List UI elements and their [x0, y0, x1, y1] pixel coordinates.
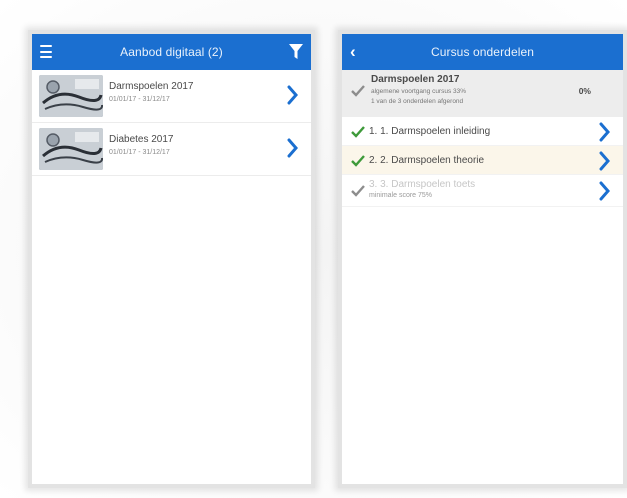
chevron-right-icon[interactable]	[599, 122, 611, 142]
course-parts-screen: ‹ Cursus onderdelen Darmspoelen 2017 alg…	[338, 30, 627, 488]
screen-title: Cursus onderdelen	[430, 45, 535, 59]
course-name: Darmspoelen 2017	[371, 74, 460, 85]
check-icon	[351, 155, 365, 167]
course-progress-text: algemene voortgang cursus 33%	[371, 88, 467, 95]
check-icon	[351, 185, 365, 197]
screen-title: Aanbod digitaal (2)	[120, 45, 223, 59]
course-name: Diabetes 2017	[109, 134, 174, 145]
hamburger-menu-icon[interactable]	[40, 45, 52, 58]
parts-list: 1. 1. Darmspoelen inleiding 2. 2. Darmsp…	[342, 117, 623, 207]
chevron-right-icon[interactable]	[287, 85, 299, 105]
chevron-right-icon[interactable]	[599, 151, 611, 171]
course-dates: 01/01/17 - 31/12/17	[109, 149, 170, 156]
part-label: 1. 1. Darmspoelen inleiding	[369, 126, 491, 137]
chevron-right-icon[interactable]	[287, 138, 299, 158]
part-item[interactable]: 3. 3. Darmspoelen toets minimale score 7…	[342, 175, 623, 207]
course-list: Darmspoelen 2017 01/01/17 - 31/12/17 Dia…	[32, 70, 311, 176]
back-chevron-icon[interactable]: ‹	[350, 43, 366, 61]
course-item[interactable]: Diabetes 2017 01/01/17 - 31/12/17	[32, 123, 311, 176]
parts-completed-text: 1 van de 3 onderdelen afgerond	[371, 98, 464, 105]
filter-funnel-icon[interactable]	[289, 44, 303, 60]
course-dates: 01/01/17 - 31/12/17	[109, 96, 170, 103]
part-label: 2. 2. Darmspoelen theorie	[369, 155, 485, 166]
chevron-right-icon[interactable]	[599, 181, 611, 201]
check-icon	[351, 126, 365, 138]
course-summary: Darmspoelen 2017 algemene voortgang curs…	[342, 70, 623, 117]
part-requirement: minimale score 75%	[369, 192, 433, 199]
stethoscope-image	[39, 75, 103, 117]
percent-badge: 0%	[578, 86, 591, 96]
stethoscope-image	[39, 128, 103, 170]
check-icon	[351, 85, 365, 97]
part-label: 3. 3. Darmspoelen toets	[369, 179, 476, 190]
part-item[interactable]: 1. 1. Darmspoelen inleiding	[342, 117, 623, 146]
part-item[interactable]: 2. 2. Darmspoelen theorie	[342, 146, 623, 175]
course-offer-screen: Aanbod digitaal (2) Darmspoelen 2017 01/…	[28, 30, 315, 488]
course-name: Darmspoelen 2017	[109, 81, 194, 92]
top-bar: ‹ Cursus onderdelen	[342, 34, 623, 70]
course-item[interactable]: Darmspoelen 2017 01/01/17 - 31/12/17	[32, 70, 311, 123]
top-bar: Aanbod digitaal (2)	[32, 34, 311, 70]
